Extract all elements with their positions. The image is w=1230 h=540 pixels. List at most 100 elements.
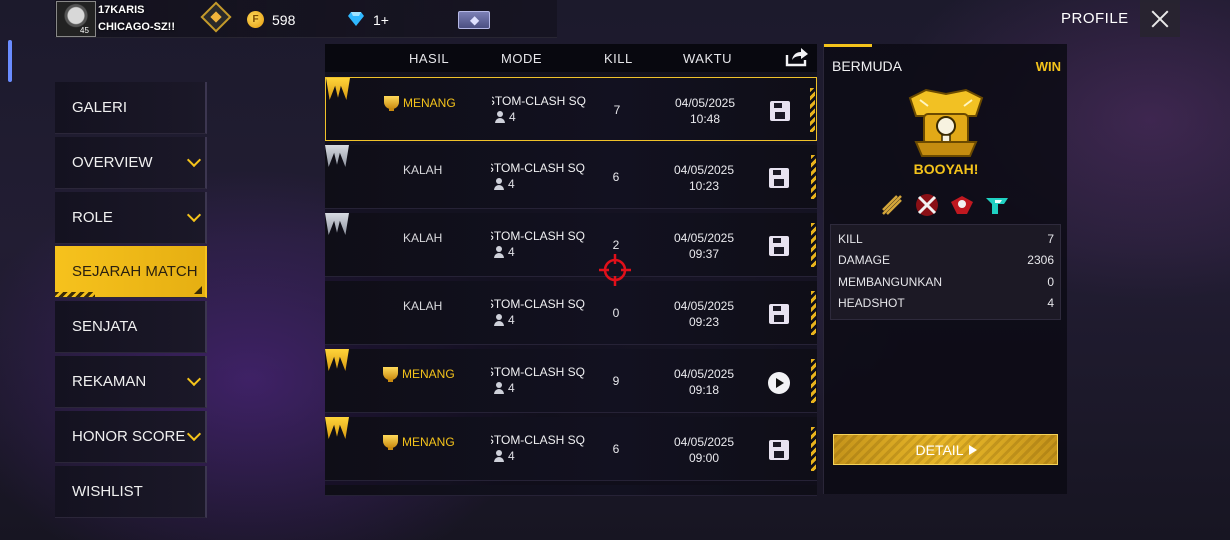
sniper-badge-icon[interactable] bbox=[879, 192, 905, 218]
chevron-down-icon bbox=[186, 371, 202, 387]
match-kill: 9 bbox=[612, 374, 620, 388]
sidebar-item-label: SEJARAH MATCH bbox=[72, 263, 198, 281]
sidebar-item-honor-score[interactable]: HONOR SCORE bbox=[55, 410, 207, 463]
save-replay-icon[interactable] bbox=[769, 304, 789, 324]
diamond-icon bbox=[348, 12, 364, 26]
sidebar-item-galeri[interactable]: GALERI bbox=[55, 82, 207, 134]
lose-flag-icon bbox=[325, 213, 349, 235]
column-header-time: WAKTU bbox=[683, 51, 732, 66]
close-button[interactable] bbox=[1140, 0, 1180, 37]
team-size: 4 bbox=[509, 110, 516, 124]
play-replay-icon[interactable] bbox=[768, 372, 790, 394]
eagle-badge-icon[interactable] bbox=[949, 192, 975, 218]
row-stripe-decoration bbox=[810, 88, 815, 132]
match-stats: KILL 7 DAMAGE 2306 MEMBANGUNKAN 0 HEADSHOT 4 bbox=[830, 224, 1061, 320]
save-replay-icon[interactable] bbox=[769, 168, 789, 188]
coin-balance: 598 bbox=[272, 12, 296, 28]
stat-revive: MEMBANGUNKAN 0 bbox=[838, 275, 1054, 289]
team-size: 4 bbox=[508, 245, 515, 259]
sidebar-item-rekaman[interactable]: REKAMAN bbox=[55, 355, 207, 408]
match-result: MENANG bbox=[384, 96, 456, 114]
match-time: 09:00 bbox=[688, 451, 720, 465]
row-stripe-decoration bbox=[811, 291, 816, 335]
wing-badge-icon[interactable] bbox=[984, 192, 1010, 218]
map-name: BERMUDA bbox=[832, 58, 903, 74]
match-row[interactable]: MENANG CUSTOM-CLASH SQ 4 9 04/05/2025 09… bbox=[325, 349, 817, 413]
save-replay-icon[interactable] bbox=[769, 236, 789, 256]
sidebar-item-overview[interactable]: OVERVIEW bbox=[55, 136, 207, 189]
match-kill: 7 bbox=[613, 103, 621, 117]
save-replay-icon[interactable] bbox=[770, 101, 790, 121]
match-kill: 6 bbox=[612, 442, 620, 456]
match-date: 04/05/2025 bbox=[673, 367, 735, 381]
match-detail-panel: BERMUDA WIN BOOYAH! KILL 7 DAMAGE 2306 M… bbox=[823, 44, 1067, 494]
column-header-mode: MODE bbox=[501, 51, 542, 66]
sidebar: GALERI OVERVIEW ROLE SEJARAH MATCH SENJA… bbox=[55, 82, 207, 520]
chevron-down-icon bbox=[186, 207, 202, 222]
match-row[interactable]: KALAH CUSTOM-CLASH SQ 4 6 04/05/2025 10:… bbox=[325, 145, 817, 209]
team-size-icon bbox=[493, 450, 505, 462]
player-name: 17KARIS bbox=[98, 4, 145, 16]
match-mode: CUSTOM-CLASH SQ bbox=[492, 94, 586, 108]
rank-emblem-icon[interactable] bbox=[200, 1, 232, 33]
outcome-label: WIN bbox=[1035, 59, 1061, 74]
trophy-icon bbox=[384, 96, 399, 111]
match-row[interactable]: KALAH CUSTOM-CLASH SQ 4 0 04/05/2025 09:… bbox=[325, 281, 817, 345]
match-result: MENANG bbox=[383, 435, 455, 453]
team-size-icon bbox=[494, 111, 506, 123]
chevron-down-icon bbox=[186, 152, 202, 167]
team-size-icon bbox=[493, 246, 505, 258]
sidebar-item-wishlist[interactable]: WISHLIST bbox=[55, 465, 207, 518]
table-header: HASIL MODE KILL WAKTU bbox=[325, 44, 817, 72]
match-time: 09:23 bbox=[688, 315, 720, 329]
elite-pass-icon[interactable] bbox=[458, 11, 490, 29]
match-date: 04/05/2025 bbox=[673, 299, 735, 313]
chevron-down-icon bbox=[186, 426, 202, 441]
row-stripe-decoration bbox=[811, 427, 816, 471]
match-time: 10:48 bbox=[689, 112, 721, 126]
row-stripe-decoration bbox=[811, 155, 816, 199]
side-drawer-handle[interactable] bbox=[8, 40, 12, 82]
play-arrow-icon bbox=[969, 445, 978, 455]
stat-kill: KILL 7 bbox=[838, 232, 1054, 246]
lose-flag-icon bbox=[325, 145, 349, 167]
match-mode: CUSTOM-CLASH SQ bbox=[491, 161, 585, 175]
sidebar-item-role[interactable]: ROLE bbox=[55, 191, 207, 244]
column-header-kill: KILL bbox=[604, 51, 633, 66]
win-flag-icon bbox=[325, 417, 349, 439]
match-row[interactable] bbox=[325, 485, 817, 496]
match-row[interactable]: MENANG CUSTOM-CLASH SQ 4 7 04/05/2025 10… bbox=[325, 77, 817, 141]
share-icon[interactable] bbox=[785, 47, 809, 67]
guild-name: CHICAGO-SZ!! bbox=[98, 21, 175, 33]
top-bar: 45 17KARIS CHICAGO-SZ!! F 598 1+ bbox=[55, 0, 557, 38]
stat-damage: DAMAGE 2306 bbox=[838, 253, 1054, 267]
match-row[interactable]: MENANG CUSTOM-CLASH SQ 4 6 04/05/2025 09… bbox=[325, 417, 817, 481]
crosshair-icon bbox=[599, 254, 631, 286]
match-date: 04/05/2025 bbox=[674, 96, 736, 110]
match-kill: 0 bbox=[612, 306, 620, 320]
save-replay-icon[interactable] bbox=[769, 440, 789, 460]
win-flag-icon bbox=[326, 78, 350, 100]
detail-button[interactable]: DETAIL bbox=[833, 434, 1058, 465]
team-size: 4 bbox=[508, 313, 515, 327]
sidebar-item-label: OVERVIEW bbox=[72, 153, 153, 171]
match-time: 10:23 bbox=[688, 179, 720, 193]
detail-button-label: DETAIL bbox=[915, 442, 964, 458]
stat-headshot: HEADSHOT 4 bbox=[838, 296, 1054, 310]
sidebar-item-label: SENJATA bbox=[72, 318, 138, 336]
match-result: MENANG bbox=[383, 367, 455, 385]
sidebar-item-label: ROLE bbox=[72, 208, 113, 226]
crossed-guns-badge-icon[interactable] bbox=[914, 192, 940, 218]
trophy-icon bbox=[383, 367, 398, 382]
page-title: PROFILE bbox=[1061, 10, 1129, 27]
sidebar-item-sejarah-match[interactable]: SEJARAH MATCH bbox=[55, 246, 207, 299]
sidebar-item-senjata[interactable]: SENJATA bbox=[55, 301, 207, 354]
sidebar-item-label: HONOR SCORE bbox=[72, 427, 186, 445]
player-level: 45 bbox=[80, 26, 89, 35]
match-date: 04/05/2025 bbox=[673, 163, 735, 177]
match-date: 04/05/2025 bbox=[673, 435, 735, 449]
match-row[interactable]: KALAH CUSTOM-CLASH SQ 4 2 04/05/2025 09:… bbox=[325, 213, 817, 277]
match-time: 09:37 bbox=[688, 247, 720, 261]
sidebar-item-label: REKAMAN bbox=[72, 372, 147, 390]
avatar[interactable] bbox=[56, 1, 96, 37]
